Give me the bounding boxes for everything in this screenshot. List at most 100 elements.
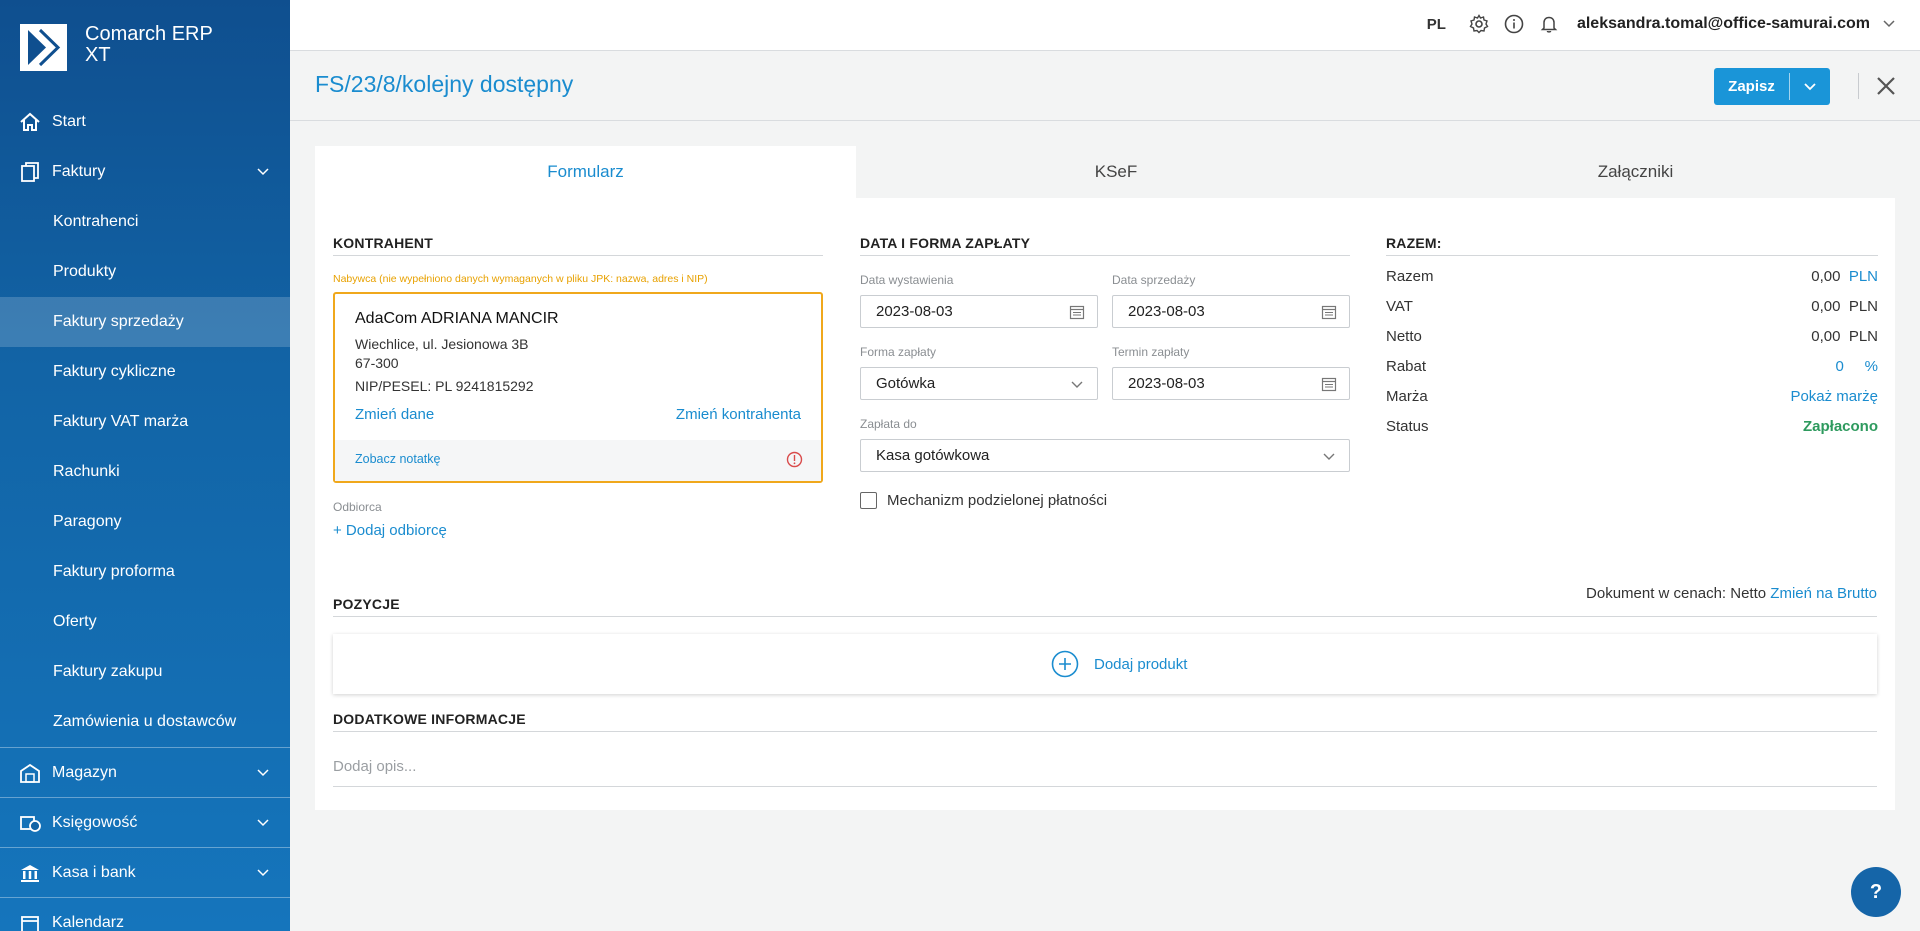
- section-title-pozycje: POZYCJE: [333, 596, 400, 612]
- home-icon: [18, 110, 42, 134]
- sidebar-item-kalendarz[interactable]: Kalendarz: [0, 897, 290, 931]
- paid-to-select[interactable]: Kasa gotówkowa: [860, 439, 1350, 472]
- sidebar-item-label: Faktury cykliczne: [53, 363, 176, 380]
- sidebar-item-faktury-proforma[interactable]: Faktury proforma: [0, 547, 290, 597]
- plus-circle-icon: [1051, 650, 1079, 678]
- due-date-field[interactable]: 2023-08-03: [1112, 367, 1350, 400]
- show-margin-link[interactable]: Pokaż marżę: [1790, 388, 1878, 405]
- sale-date-value: 2023-08-03: [1128, 303, 1205, 320]
- sidebar-item-label: Produkty: [53, 263, 117, 280]
- sidebar-item-kasa-i-bank[interactable]: Kasa i bank: [0, 847, 290, 897]
- summary-value: 0,00 PLN: [1811, 298, 1878, 315]
- add-recipient-link[interactable]: + Dodaj odbiorcę: [333, 522, 447, 539]
- info-icon[interactable]: [1503, 13, 1525, 35]
- chevron-down-icon: [257, 769, 269, 777]
- sidebar-item-start[interactable]: Start: [0, 97, 290, 147]
- issue-date-field[interactable]: 2023-08-03: [860, 295, 1098, 328]
- sale-date-field[interactable]: 2023-08-03: [1112, 295, 1350, 328]
- sidebar-item-faktury-sprzedazy[interactable]: Faktury sprzedaży: [0, 297, 290, 347]
- due-date-value: 2023-08-03: [1128, 375, 1205, 392]
- sidebar-item-faktury-vat-marza[interactable]: Faktury VAT marża: [0, 397, 290, 447]
- summary-label: Marża: [1386, 388, 1428, 405]
- sidebar-item-faktury-cykliczne[interactable]: Faktury cykliczne: [0, 347, 290, 397]
- calendar-icon[interactable]: [1321, 376, 1337, 392]
- sidebar-item-ksiegowosc[interactable]: Księgowość: [0, 797, 290, 847]
- language-switch[interactable]: PL: [1427, 16, 1446, 33]
- sidebar-item-rachunki[interactable]: Rachunki: [0, 447, 290, 497]
- chevron-down-icon: [257, 819, 269, 827]
- calendar-icon: [18, 911, 42, 931]
- summary-label: Razem: [1386, 268, 1434, 285]
- currency-label: PLN: [1848, 298, 1878, 315]
- accounting-icon: [18, 811, 42, 835]
- summary-row-marza: Marża Pokaż marżę: [1386, 388, 1878, 412]
- add-product-button[interactable]: Dodaj produkt: [1051, 650, 1187, 678]
- warehouse-icon: [18, 761, 42, 785]
- split-payment-checkbox[interactable]: [860, 492, 877, 509]
- split-payment-label[interactable]: Mechanizm podzielonej płatności: [887, 492, 1107, 509]
- sale-date-label: Data sprzedaży: [1112, 273, 1196, 287]
- sidebar-item-label: Faktury zakupu: [53, 663, 163, 680]
- contractor-nip: NIP/PESEL: PL 9241815292: [355, 378, 534, 394]
- invoice-form-panel: Formularz KSeF Załączniki KONTRAHENT Nab…: [315, 146, 1895, 810]
- currency-select[interactable]: PLN: [1849, 268, 1878, 285]
- sidebar-item-zamowienia[interactable]: Zamówienia u dostawców: [0, 697, 290, 747]
- close-button[interactable]: [1873, 73, 1899, 99]
- sidebar-item-label: Zamówienia u dostawców: [53, 713, 237, 730]
- sidebar-item-label: Faktury VAT marża: [53, 413, 189, 430]
- help-button[interactable]: ?: [1851, 867, 1901, 917]
- switch-to-gross-link[interactable]: Zmień na Brutto: [1770, 585, 1877, 602]
- sidebar-item-label: Rachunki: [53, 463, 120, 480]
- currency-label: PLN: [1848, 328, 1878, 345]
- payment-form-select[interactable]: Gotówka: [860, 367, 1098, 400]
- summary-label: Status: [1386, 418, 1429, 435]
- summary-row-netto: Netto 0,00 PLN: [1386, 328, 1878, 352]
- sidebar-item-paragony[interactable]: Paragony: [0, 497, 290, 547]
- bell-icon[interactable]: [1538, 13, 1560, 35]
- save-options-button[interactable]: [1790, 68, 1830, 105]
- status-badge[interactable]: Zapłacono: [1803, 418, 1878, 435]
- sidebar-item-label: Księgowość: [52, 813, 138, 831]
- tab-formularz[interactable]: Formularz: [315, 146, 856, 198]
- summary-label: VAT: [1386, 298, 1413, 315]
- calendar-icon[interactable]: [1069, 304, 1085, 320]
- summary-row-vat: VAT 0,00 PLN: [1386, 298, 1878, 322]
- sidebar-item-produkty[interactable]: Produkty: [0, 247, 290, 297]
- chevron-down-icon: [1804, 82, 1816, 90]
- sidebar-item-kontrahenci[interactable]: Kontrahenci: [0, 197, 290, 247]
- section-divider: [333, 616, 1877, 617]
- discount-value[interactable]: 0 %: [1835, 358, 1878, 375]
- sidebar-item-label: Faktury sprzedaży: [53, 313, 184, 330]
- sidebar-item-label: Kalendarz: [52, 913, 125, 931]
- sidebar-item-magazyn[interactable]: Magazyn: [0, 747, 290, 797]
- description-input[interactable]: Dodaj opis...: [333, 758, 416, 775]
- calendar-icon[interactable]: [1321, 304, 1337, 320]
- sidebar-item-label: Kontrahenci: [53, 213, 139, 230]
- chevron-down-icon[interactable]: [1882, 17, 1896, 31]
- summary-amount: 0,00: [1811, 328, 1841, 345]
- contractor-card: AdaCom ADRIANA MANCIR Wiechlice, ul. Jes…: [333, 292, 823, 483]
- change-data-link[interactable]: Zmień dane: [355, 406, 434, 423]
- contractor-name: AdaCom ADRIANA MANCIR: [355, 310, 559, 327]
- alert-icon[interactable]: [786, 451, 803, 468]
- discount-amount[interactable]: 0: [1835, 358, 1843, 375]
- sidebar-item-faktury[interactable]: Faktury: [0, 147, 290, 197]
- tab-ksef[interactable]: KSeF: [856, 146, 1376, 198]
- sidebar-item-oferty[interactable]: Oferty: [0, 597, 290, 647]
- save-button[interactable]: Zapisz: [1714, 68, 1789, 105]
- issue-date-label: Data wystawienia: [860, 273, 954, 287]
- tab-zalaczniki[interactable]: Załączniki: [1376, 146, 1895, 198]
- document-header: FS/23/8/kolejny dostępny Zapisz: [290, 51, 1920, 121]
- app-logo[interactable]: Comarch ERP XT: [20, 24, 225, 71]
- sidebar-item-label: Faktury proforma: [53, 563, 175, 580]
- tab-bar: Formularz KSeF Załączniki: [315, 146, 1895, 198]
- change-contractor-link[interactable]: Zmień kontrahenta: [676, 406, 801, 423]
- gear-icon[interactable]: [1468, 13, 1490, 35]
- sidebar-item-label: Kasa i bank: [52, 863, 136, 881]
- sidebar-item-faktury-zakupu[interactable]: Faktury zakupu: [0, 647, 290, 697]
- view-note-link[interactable]: Zobacz notatkę: [355, 452, 440, 466]
- section-divider: [860, 255, 1350, 256]
- chevron-down-icon: [1323, 453, 1335, 460]
- chevron-down-icon: [1071, 381, 1083, 388]
- user-menu[interactable]: aleksandra.tomal@office-samurai.com: [1577, 15, 1870, 33]
